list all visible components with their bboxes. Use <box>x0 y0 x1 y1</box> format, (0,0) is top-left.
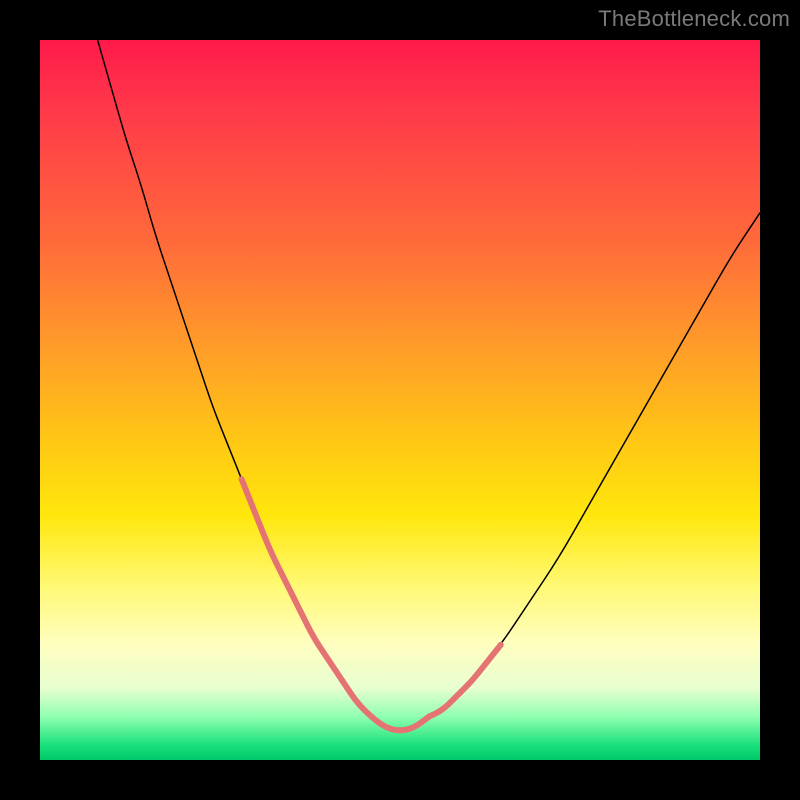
watermark-text: TheBottleneck.com <box>598 6 790 32</box>
plot-area <box>40 40 760 760</box>
bottleneck-curve <box>98 40 760 730</box>
curve-svg <box>40 40 760 760</box>
chart-frame: TheBottleneck.com <box>0 0 800 800</box>
highlight-dashes-left <box>242 479 343 681</box>
highlight-dashes-right <box>429 645 501 717</box>
highlight-dashes-bottom <box>342 681 428 731</box>
